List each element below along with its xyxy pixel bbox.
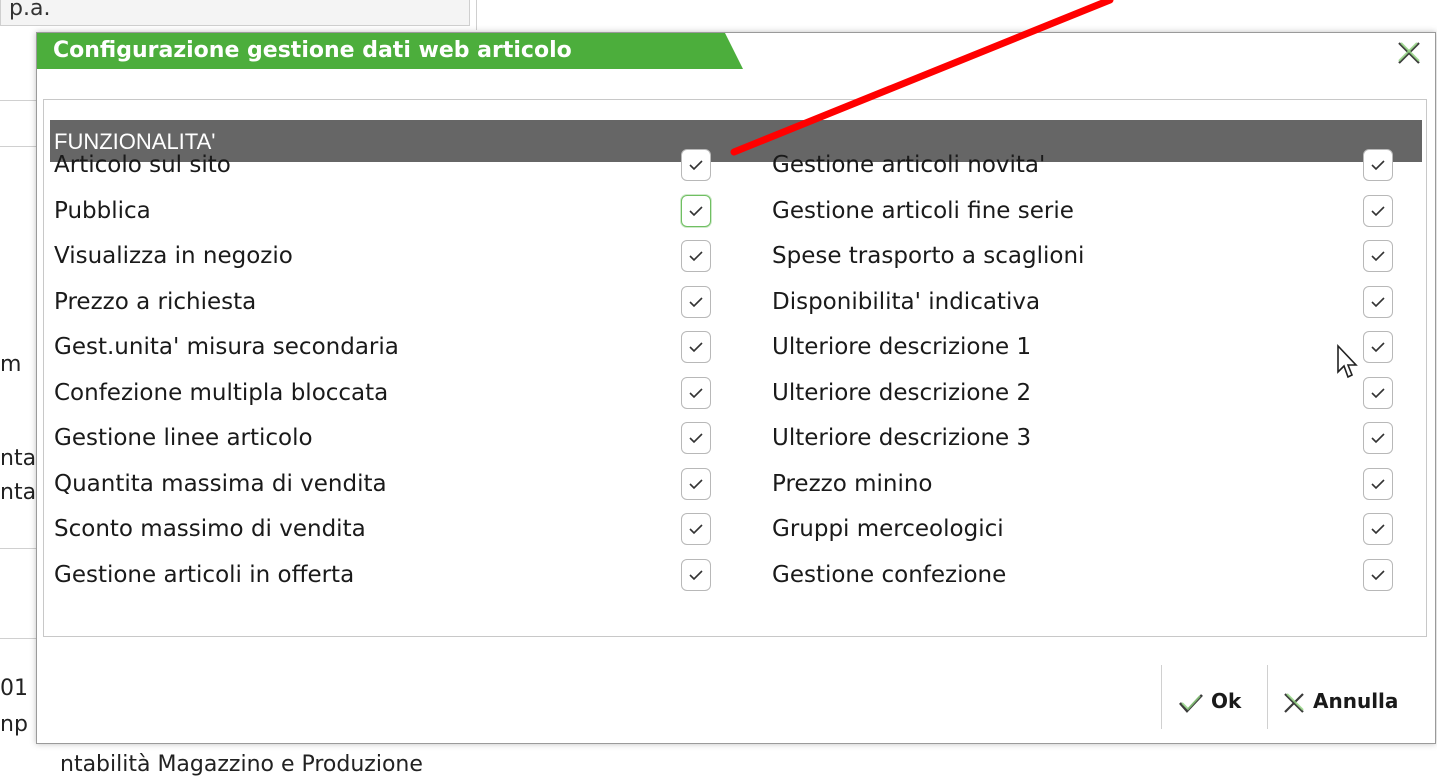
right-option-label: Gestione articoli novita'	[772, 152, 1046, 178]
right-option-checkbox[interactable]	[1363, 240, 1393, 272]
checkmark-icon	[689, 342, 703, 353]
left-option-label: Sconto massimo di vendita	[54, 516, 366, 542]
background-text: np	[0, 712, 28, 737]
checkmark-icon	[1371, 524, 1385, 535]
right-option-checkbox[interactable]	[1363, 149, 1393, 181]
checkmark-icon	[689, 524, 703, 535]
right-option-label: Gruppi merceologici	[772, 516, 1004, 542]
left-option-checkbox[interactable]	[681, 422, 711, 454]
checkmark-icon	[689, 478, 703, 489]
cancel-x-icon	[1284, 692, 1304, 713]
right-option-checkbox[interactable]	[1363, 285, 1393, 318]
background-divider	[0, 548, 36, 549]
cancel-button[interactable]: Annulla	[1281, 685, 1398, 717]
mouse-cursor-icon	[1337, 344, 1358, 379]
right-option-checkbox[interactable]	[1363, 194, 1393, 227]
left-option-label: Confezione multipla bloccata	[54, 379, 389, 406]
right-option-label: Gestione articoli fine serie	[772, 197, 1074, 224]
checkmark-icon	[689, 160, 703, 171]
checkmark-icon	[689, 569, 703, 580]
ok-button-label: Ok	[1211, 689, 1242, 713]
background-divider	[0, 100, 36, 101]
left-option-checkbox[interactable]	[681, 513, 711, 545]
checkmark-icon	[1371, 160, 1385, 171]
checkmark-icon	[689, 433, 703, 444]
background-text: nta	[0, 446, 36, 471]
right-option-label: Ulteriore descrizione 1	[772, 334, 1032, 360]
right-option-checkbox[interactable]	[1363, 331, 1393, 363]
left-option-label: Gestione articoli in offerta	[54, 561, 355, 588]
checkmark-icon	[1371, 342, 1385, 353]
left-option-checkbox[interactable]	[681, 376, 711, 409]
left-option-label: Quantita massima di vendita	[54, 470, 387, 497]
left-option-checkbox[interactable]	[681, 467, 711, 500]
left-option-checkbox[interactable]	[681, 285, 711, 318]
left-option-checkbox[interactable]	[681, 331, 711, 363]
left-option-checkbox[interactable]	[681, 240, 711, 272]
background-text: nta	[0, 480, 36, 505]
right-option-checkbox[interactable]	[1363, 513, 1393, 545]
left-option-label: Prezzo a richiesta	[54, 288, 257, 315]
checkmark-icon	[1371, 478, 1385, 489]
left-option-label: Pubblica	[54, 197, 151, 224]
right-option-checkbox[interactable]	[1363, 376, 1393, 409]
background-text: 01	[0, 676, 28, 701]
checkmark-icon	[1371, 387, 1385, 398]
left-option-checkbox[interactable]	[681, 558, 711, 591]
ok-button[interactable]: Ok	[1177, 685, 1241, 717]
right-option-label: Disponibilita' indicativa	[772, 288, 1041, 315]
config-dialog: Configurazione gestione dati web articol…	[36, 32, 1436, 744]
right-option-label: Ulteriore descrizione 2	[772, 379, 1032, 406]
functions-panel: FUNZIONALITA' Articolo sul sito Pubblica V…	[43, 99, 1427, 637]
right-option-checkbox[interactable]	[1363, 467, 1393, 500]
checkmark-icon	[1371, 569, 1385, 580]
background-bottom-text: ntabilità Magazzino e Produzione	[60, 752, 423, 777]
right-option-checkbox[interactable]	[1363, 422, 1393, 454]
right-option-label: Spese trasporto a scaglioni	[772, 243, 1085, 269]
right-option-label: Ulteriore descrizione 3	[772, 425, 1032, 451]
checkmark-icon	[1371, 251, 1385, 262]
background-text: m	[0, 352, 22, 377]
background-divider	[476, 0, 477, 30]
checkmark-icon	[1371, 296, 1385, 307]
section-header: FUNZIONALITA'	[50, 120, 1422, 162]
checkmark-icon	[1371, 205, 1385, 216]
dialog-title: Configurazione gestione dati web articol…	[37, 33, 743, 69]
close-button[interactable]	[1393, 37, 1425, 69]
checkmark-icon	[689, 387, 703, 398]
checkmark-icon	[689, 251, 703, 262]
background-field: p.a.	[0, 0, 470, 26]
background-divider	[0, 146, 36, 147]
left-option-checkbox[interactable]	[681, 149, 711, 181]
right-option-label: Prezzo minino	[772, 470, 933, 497]
left-option-checkbox[interactable]	[681, 194, 711, 227]
cancel-button-label: Annulla	[1313, 689, 1399, 713]
button-divider	[1161, 665, 1162, 729]
checkmark-icon	[1371, 433, 1385, 444]
right-option-label: Gestione confezione	[772, 561, 1007, 588]
left-option-label: Gest.unita' misura secondaria	[54, 334, 399, 360]
checkmark-icon	[689, 296, 703, 307]
button-divider	[1267, 665, 1268, 729]
left-option-label: Gestione linee articolo	[54, 425, 313, 451]
left-option-label: Articolo sul sito	[54, 152, 231, 178]
right-option-checkbox[interactable]	[1363, 558, 1393, 591]
checkmark-icon	[689, 205, 703, 216]
background-divider	[0, 638, 36, 639]
close-icon	[1398, 42, 1420, 64]
left-option-label: Visualizza in negozio	[54, 243, 293, 269]
ok-check-icon	[1179, 693, 1203, 713]
